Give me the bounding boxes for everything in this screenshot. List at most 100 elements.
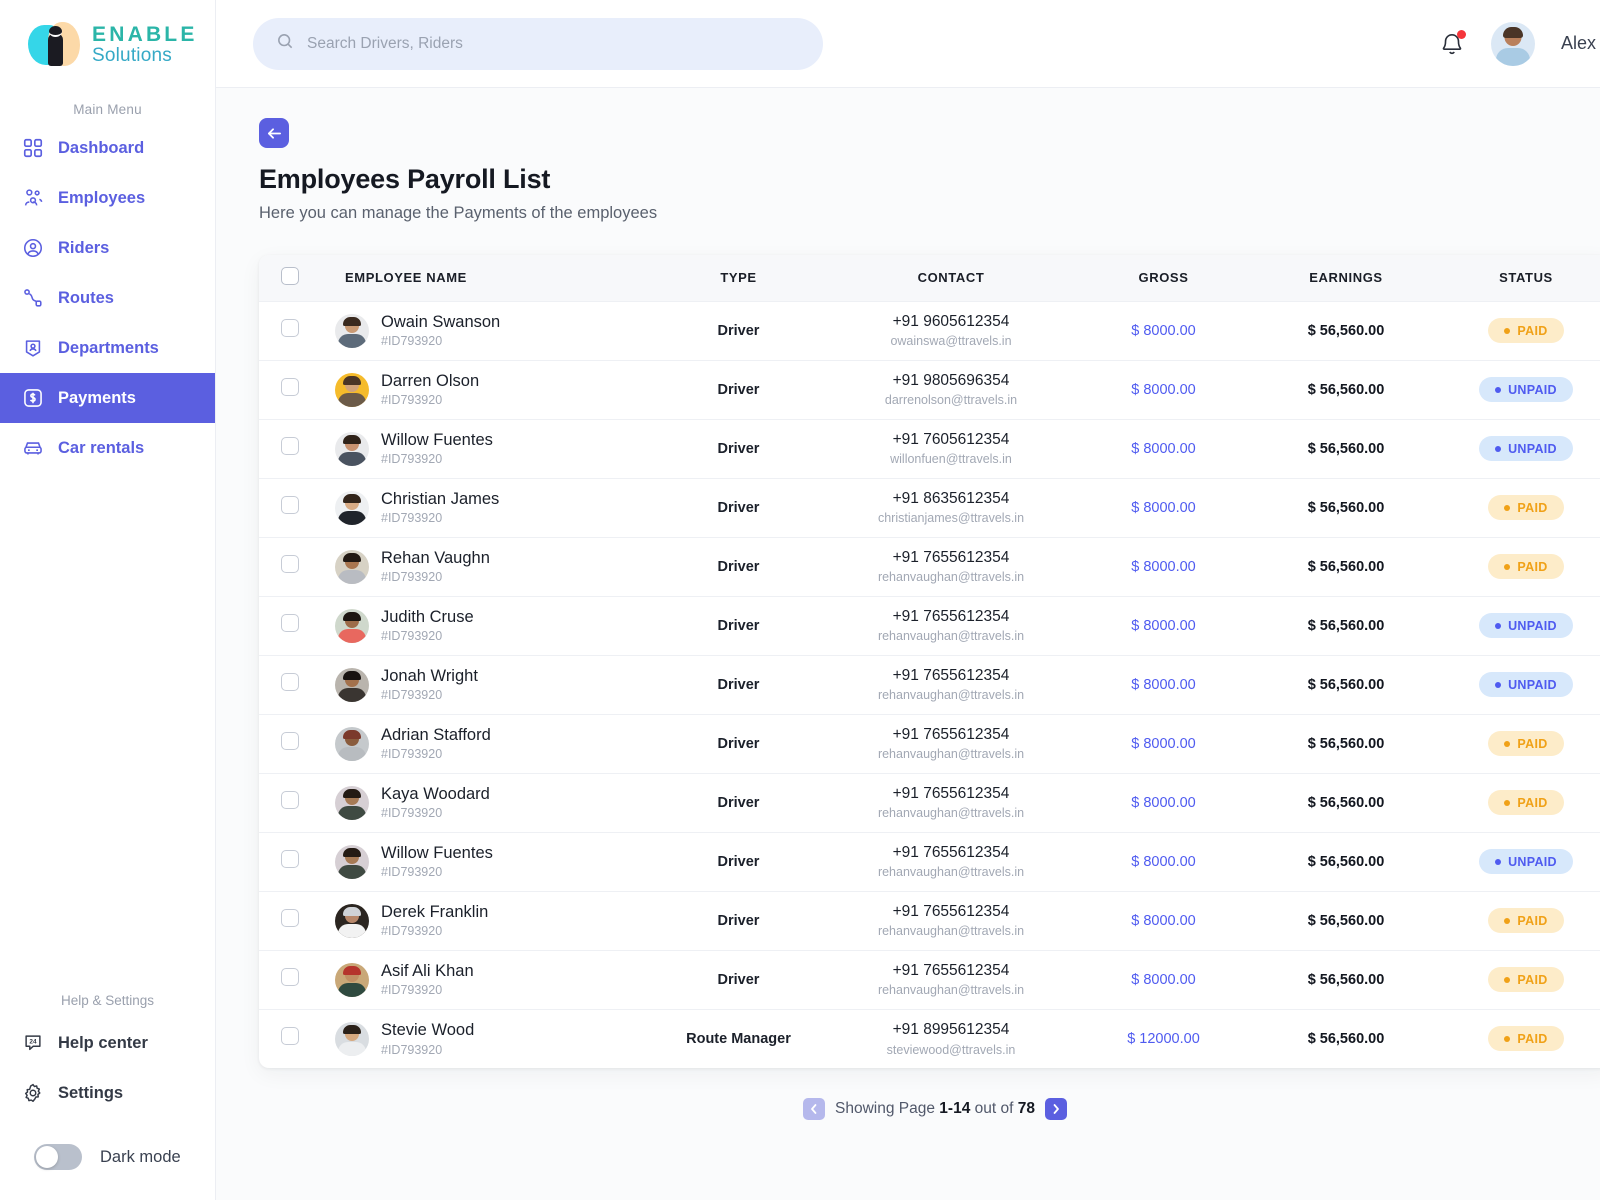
dark-mode-toggle[interactable] xyxy=(34,1144,82,1170)
status-label: PAID xyxy=(1517,795,1548,810)
status-badge[interactable]: PAID xyxy=(1488,908,1564,933)
contact-cell: +91 7655612354 rehanvaughan@ttravels.in xyxy=(826,773,1076,832)
gross-amount: $ 8000.00 xyxy=(1131,499,1196,516)
column-contact[interactable]: CONTACT xyxy=(826,255,1076,301)
gross-amount: $ 8000.00 xyxy=(1131,558,1196,575)
row-select-cell xyxy=(259,891,321,950)
earnings-cell: $ 56,560.00 xyxy=(1251,832,1441,891)
employee-phone: +91 8635612354 xyxy=(892,489,1010,507)
sidebar-item-car-rentals[interactable]: Car rentals xyxy=(0,423,215,473)
column-earnings[interactable]: EARNINGS xyxy=(1251,255,1441,301)
type-cell: Driver xyxy=(651,301,826,360)
employee-photo xyxy=(335,726,369,761)
notifications-button[interactable] xyxy=(1439,29,1466,58)
column-status[interactable]: STATUS xyxy=(1441,255,1600,301)
row-checkbox[interactable] xyxy=(281,555,299,573)
status-badge[interactable]: UNPAID xyxy=(1479,436,1573,461)
status-badge[interactable]: PAID xyxy=(1488,731,1564,756)
prev-page-button[interactable] xyxy=(803,1098,826,1120)
table-row[interactable]: Judith Cruse #ID793920 Driver +91 765561235… xyxy=(259,596,1600,655)
sidebar-item-employees[interactable]: Employees xyxy=(0,173,215,223)
column-employee-name[interactable]: EMPLOYEE NAME xyxy=(321,255,651,301)
employee-phone: +91 9805696354 xyxy=(892,371,1010,389)
status-badge[interactable]: UNPAID xyxy=(1479,377,1573,402)
table-row[interactable]: Asif Ali Khan #ID793920 Driver +91 76556123… xyxy=(259,950,1600,1009)
status-badge[interactable]: PAID xyxy=(1488,495,1564,520)
column-gross[interactable]: GROSS xyxy=(1076,255,1251,301)
employee-name: Willow Fuentes xyxy=(381,430,493,449)
table-row[interactable]: Stevie Wood #ID793920 Route Manager +91 899… xyxy=(259,1009,1600,1068)
column-type[interactable]: TYPE xyxy=(651,255,826,301)
row-checkbox[interactable] xyxy=(281,909,299,927)
row-checkbox[interactable] xyxy=(281,378,299,396)
select-all-checkbox[interactable] xyxy=(281,267,299,286)
status-badge[interactable]: PAID xyxy=(1488,554,1564,579)
row-checkbox[interactable] xyxy=(281,437,299,455)
search-input[interactable] xyxy=(307,34,801,53)
gross-amount: $ 8000.00 xyxy=(1131,381,1196,398)
sidebar-item-payments[interactable]: Payments xyxy=(0,373,215,423)
table-row[interactable]: Jonah Wright #ID793920 Driver +91 765561235… xyxy=(259,655,1600,714)
employee-id: #ID793920 xyxy=(381,629,443,644)
earnings-amount: $ 56,560.00 xyxy=(1307,676,1385,693)
table-row[interactable]: Owain Swanson #ID793920 Driver +91 96056123… xyxy=(259,301,1600,360)
row-select-cell xyxy=(259,596,321,655)
status-badge[interactable]: PAID xyxy=(1488,318,1564,343)
contact-cell: +91 7655612354 rehanvaughan@ttravels.in xyxy=(826,891,1076,950)
sidebar-item-dashboard[interactable]: Dashboard xyxy=(0,123,215,173)
row-checkbox[interactable] xyxy=(281,496,299,514)
table-row[interactable]: Willow Fuentes #ID793920 Driver +91 7605612… xyxy=(259,419,1600,478)
earnings-amount: $ 56,560.00 xyxy=(1307,1030,1385,1047)
sidebar-item-departments[interactable]: Departments xyxy=(0,323,215,373)
row-checkbox[interactable] xyxy=(281,1027,299,1046)
status-badge[interactable]: PAID xyxy=(1488,790,1564,815)
employee-phone: +91 7655612354 xyxy=(892,666,1010,684)
search-bar[interactable] xyxy=(253,17,823,70)
sidebar-item-routes[interactable]: Routes xyxy=(0,273,215,323)
status-badge[interactable]: UNPAID xyxy=(1479,613,1573,638)
earnings-amount: $ 56,560.00 xyxy=(1307,440,1385,457)
employee-id: #ID793920 xyxy=(381,747,443,762)
row-select-cell xyxy=(259,655,321,714)
username-label: Alex xyxy=(1560,33,1596,53)
row-checkbox[interactable] xyxy=(281,673,299,691)
notification-badge xyxy=(1456,29,1466,39)
contact-cell: +91 9605612354 owainswa@ttravels.in xyxy=(826,301,1076,360)
table-row[interactable]: Adrian Stafford #ID793920 Driver +91 765561… xyxy=(259,714,1600,773)
sidebar-item-label: Employees xyxy=(58,188,146,207)
table-row[interactable]: Darren Olson #ID793920 Driver +91 980569635… xyxy=(259,360,1600,419)
sidebar-item-help-center[interactable]: 24 Help center xyxy=(0,1018,215,1068)
table-row[interactable]: Christian James #ID793920 Driver +91 863561… xyxy=(259,478,1600,537)
row-checkbox[interactable] xyxy=(281,732,299,750)
table-row[interactable]: Kaya Woodard #ID793920 Driver +91 765561235… xyxy=(259,773,1600,832)
route-icon xyxy=(22,287,44,309)
sidebar-item-riders[interactable]: Riders xyxy=(0,223,215,273)
employee-photo xyxy=(335,785,369,820)
row-checkbox[interactable] xyxy=(281,850,299,868)
row-checkbox[interactable] xyxy=(281,614,299,632)
payroll-table: EMPLOYEE NAME TYPE CONTACT GROSS EARNING… xyxy=(259,255,1600,1068)
status-badge[interactable]: UNPAID xyxy=(1479,672,1573,697)
brand-logo[interactable]: ENABLE Solutions xyxy=(0,0,215,72)
row-checkbox[interactable] xyxy=(281,319,299,337)
row-checkbox[interactable] xyxy=(281,968,299,986)
status-badge[interactable]: UNPAID xyxy=(1479,849,1573,874)
avatar[interactable] xyxy=(1490,21,1535,66)
table-row[interactable]: Rehan Vaughn #ID793920 Driver +91 765561235… xyxy=(259,537,1600,596)
row-checkbox[interactable] xyxy=(281,791,299,809)
employee-type: Driver xyxy=(717,735,760,752)
employee-photo xyxy=(335,431,369,466)
employee-cell: Willow Fuentes #ID793920 xyxy=(321,419,651,478)
contact-cell: +91 9805696354 darrenolson@ttravels.in xyxy=(826,360,1076,419)
employee-type: Driver xyxy=(717,676,760,693)
sidebar-item-settings[interactable]: Settings xyxy=(0,1068,215,1118)
gross-cell: $ 8000.00 xyxy=(1076,714,1251,773)
status-badge[interactable]: PAID xyxy=(1488,1026,1564,1052)
top-bar: Alex xyxy=(216,0,1600,88)
table-row[interactable]: Willow Fuentes #ID793920 Driver +91 7655612… xyxy=(259,832,1600,891)
table-row[interactable]: Derek Franklin #ID793920 Driver +91 7655612… xyxy=(259,891,1600,950)
status-badge[interactable]: PAID xyxy=(1488,967,1564,992)
next-page-button[interactable] xyxy=(1044,1098,1067,1120)
status-dot-icon xyxy=(1495,622,1502,629)
back-button[interactable] xyxy=(259,118,289,148)
